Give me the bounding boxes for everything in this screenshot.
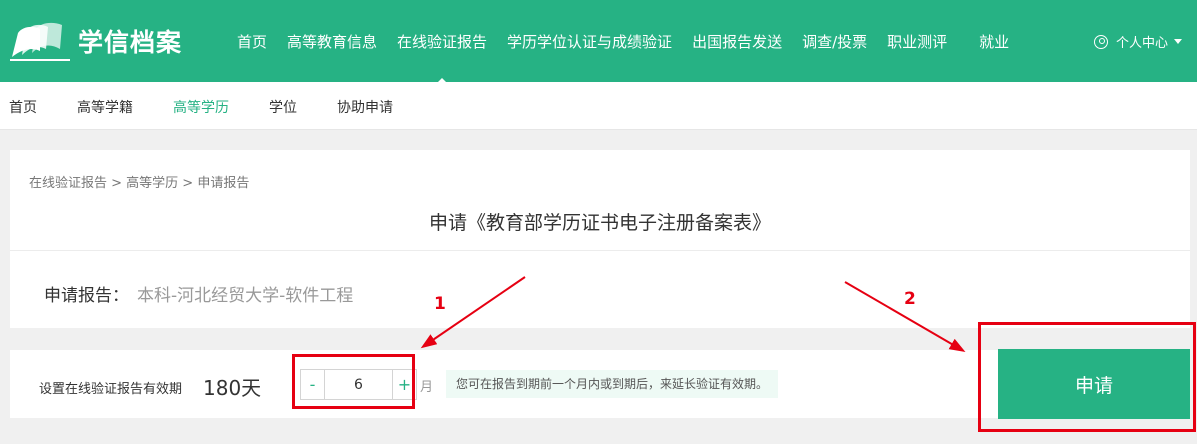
nav-online-verification-report[interactable]: 在线验证报告 — [397, 31, 487, 85]
book-logo-icon — [10, 22, 70, 61]
month-unit: 月 — [420, 380, 434, 395]
report-value: 本科-河北经贸大学-软件工程 — [137, 286, 354, 306]
nav-overseas-report[interactable]: 出国报告发送 — [692, 31, 782, 52]
validity-hint: 您可在报告到期前一个月内或到期后，来延长验证有效期。 — [446, 370, 779, 398]
chevron-down-icon — [1174, 39, 1183, 44]
decrement-button[interactable]: - — [301, 370, 325, 399]
user-center-menu[interactable]: 个人中心 — [1094, 32, 1183, 51]
nav-survey-vote[interactable]: 调查/投票 — [802, 31, 867, 52]
subnav-assist-apply[interactable]: 协助申请 — [337, 97, 393, 117]
user-icon — [1094, 34, 1108, 49]
months-input[interactable] — [325, 370, 392, 399]
annotation-label-2: 2 — [904, 289, 916, 309]
main-nav: 首页 高等教育信息 在线验证报告 学历学位认证与成绩验证 出国报告发送 调查/投… — [227, 0, 1019, 85]
sub-nav: 首页 高等学籍 高等学历 学位 协助申请 — [0, 82, 1197, 130]
nav-degree-certification[interactable]: 学历学位认证与成绩验证 — [507, 31, 672, 52]
logo[interactable]: 学信档案 — [10, 20, 200, 62]
page-title: 申请《教育部学历证书电子注册备案表》 — [428, 212, 771, 234]
subnav-student-status[interactable]: 高等学籍 — [77, 97, 133, 117]
annotation-label-1: 1 — [434, 294, 446, 314]
report-label: 申请报告： — [44, 286, 129, 306]
increment-button[interactable]: + — [392, 370, 416, 399]
subnav-education[interactable]: 高等学历 — [173, 97, 229, 117]
subnav-home[interactable]: 首页 — [9, 97, 37, 117]
breadcrumb: 在线验证报告 > 高等学历 > 申请报告 — [29, 176, 250, 191]
nav-career-assessment[interactable]: 职业测评 — [887, 31, 947, 52]
validity-label: 设置在线验证报告有效期 — [39, 382, 183, 397]
divider — [10, 250, 1190, 251]
nav-home[interactable]: 首页 — [237, 31, 267, 52]
top-navbar: 学信档案 首页 高等教育信息 在线验证报告 学历学位认证与成绩验证 出国报告发送… — [0, 0, 1197, 85]
nav-higher-education-info[interactable]: 高等教育信息 — [287, 31, 377, 52]
nav-employment[interactable]: 就业 — [979, 31, 1009, 52]
validity-days: 180天 — [203, 376, 262, 400]
logo-text: 学信档案 — [78, 28, 183, 57]
user-center-label: 个人中心 — [1116, 36, 1169, 51]
subnav-degree[interactable]: 学位 — [269, 97, 297, 117]
months-stepper: - + — [300, 369, 417, 400]
apply-button[interactable]: 申请 — [998, 349, 1190, 419]
report-info-card: 在线验证报告 > 高等学历 > 申请报告 申请《教育部学历证书电子注册备案表》 … — [10, 150, 1190, 328]
